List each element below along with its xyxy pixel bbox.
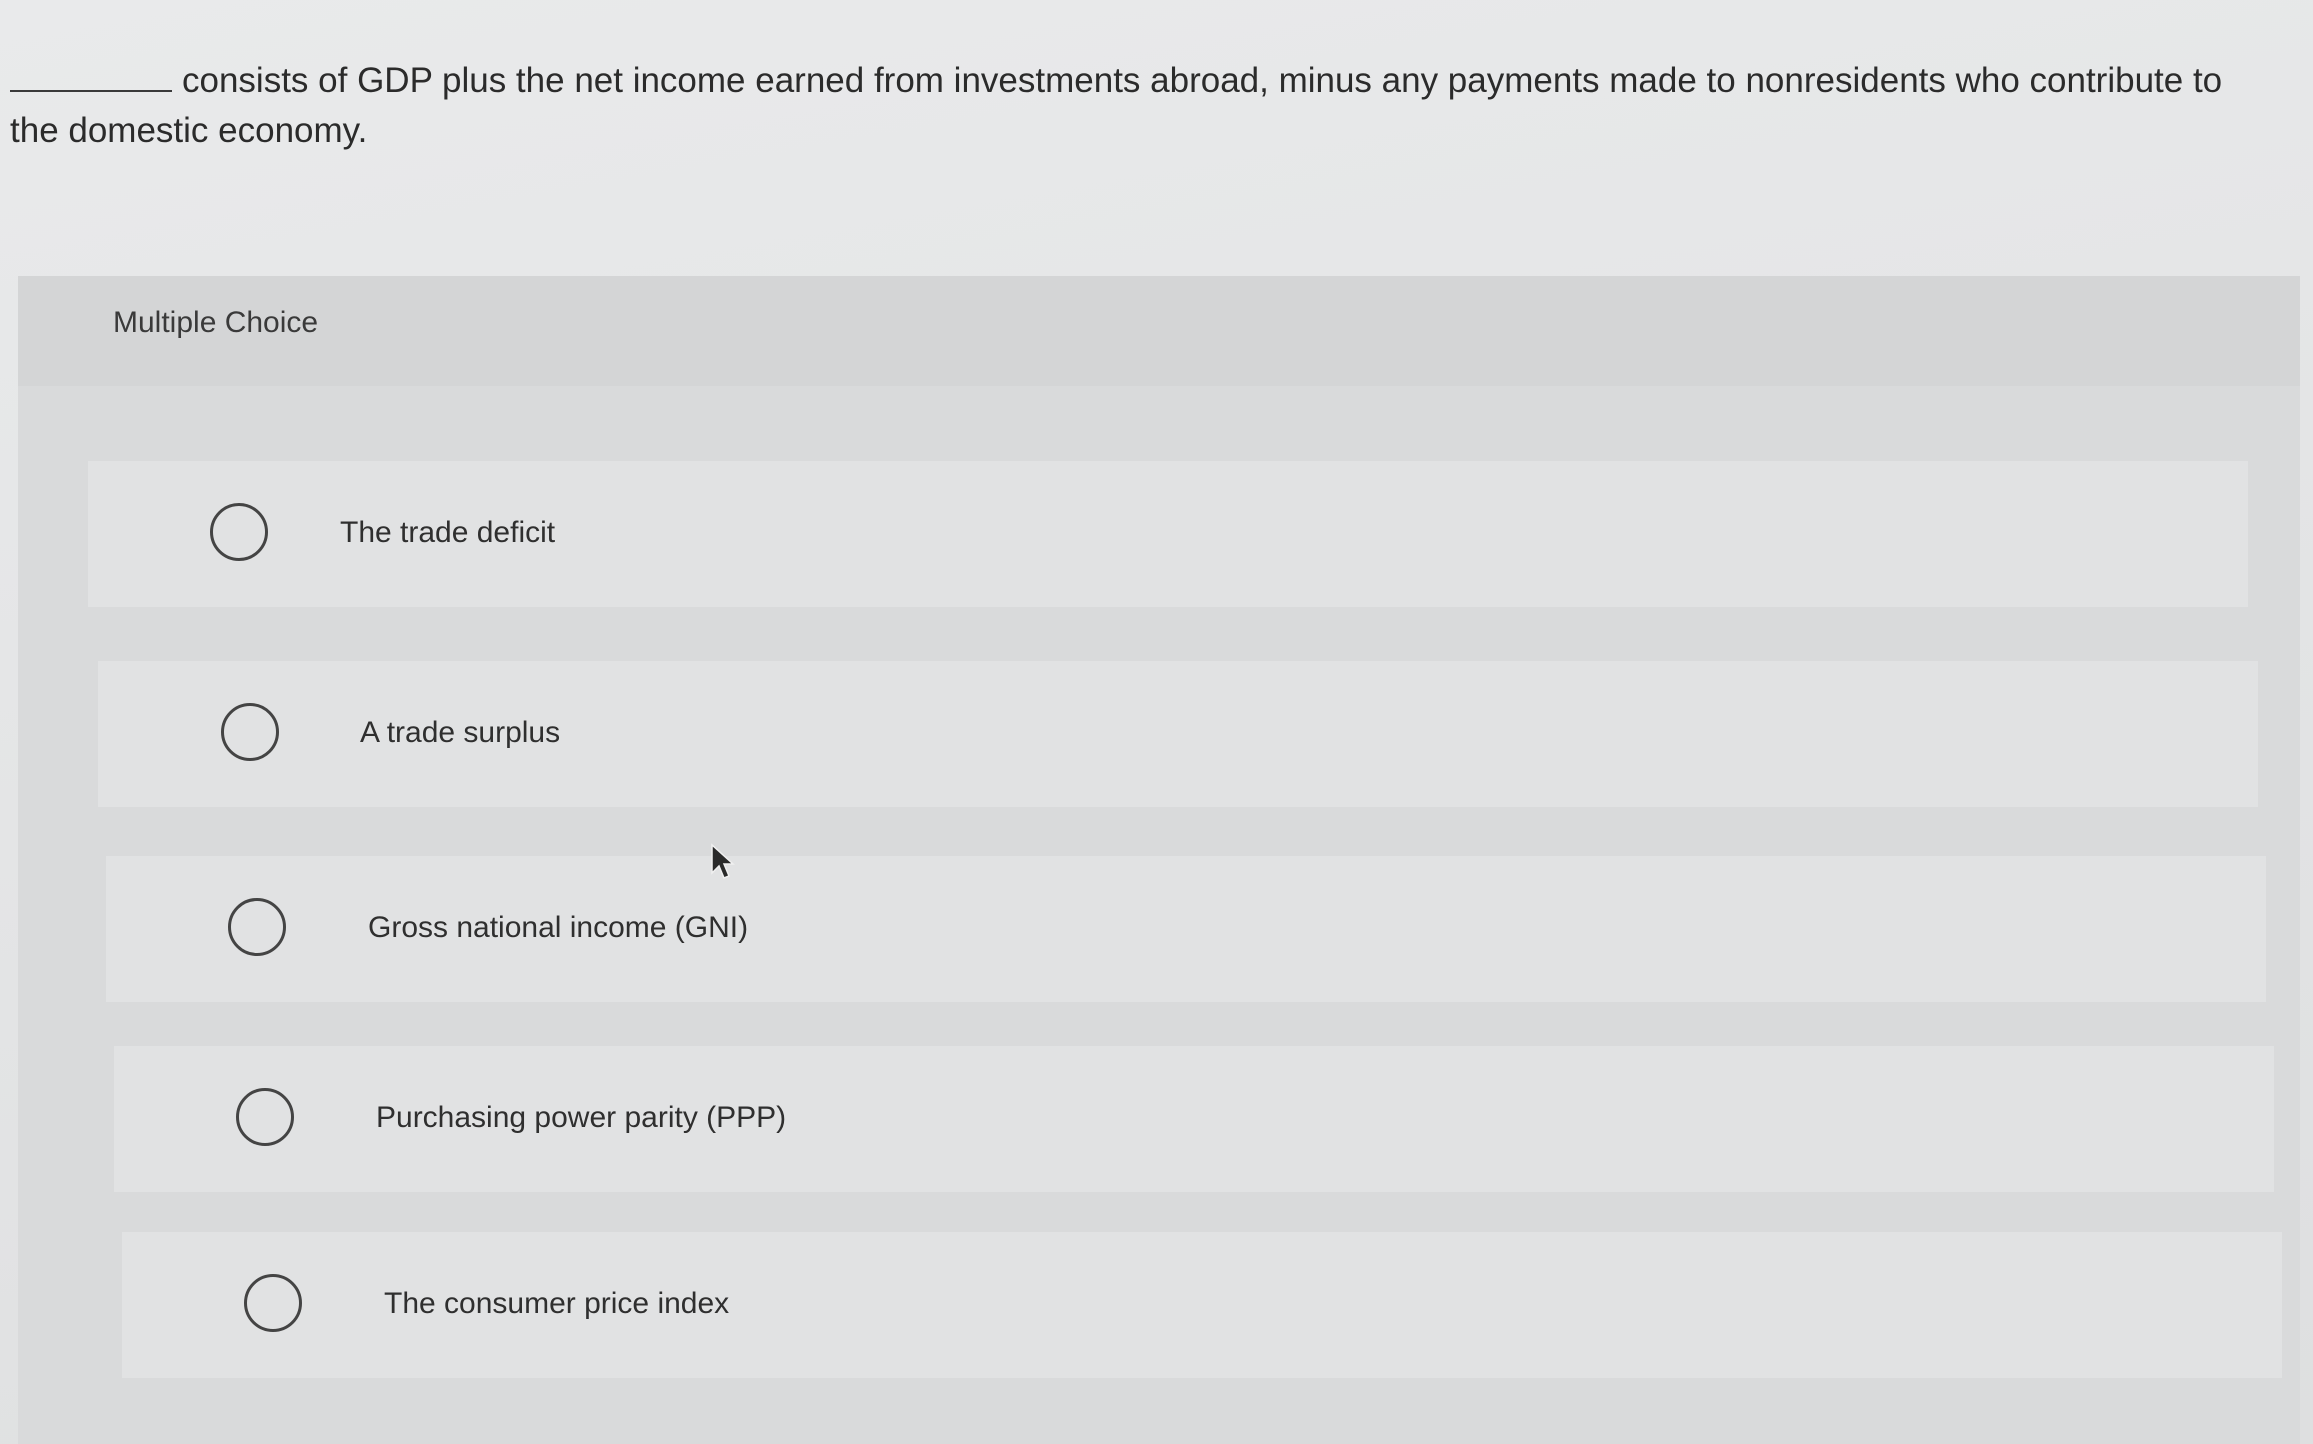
choice-label: Gross national income (GNI) [368, 911, 749, 944]
multiple-choice-panel: Multiple Choice The trade deficit A trad… [18, 276, 2300, 1444]
radio-unselected-icon[interactable] [210, 503, 268, 561]
radio-unselected-icon[interactable] [244, 1274, 302, 1332]
choice-label: A trade surplus [360, 716, 561, 749]
radio-unselected-icon[interactable] [228, 898, 286, 956]
choice-option-3[interactable]: Gross national income (GNI) [106, 856, 2266, 1002]
question-text: consists of GDP plus the net income earn… [10, 61, 2223, 150]
choice-label: The consumer price index [384, 1287, 730, 1320]
choice-option-4[interactable]: Purchasing power parity (PPP) [114, 1046, 2274, 1192]
answer-blank [10, 56, 172, 92]
panel-title: Multiple Choice [113, 306, 319, 339]
question-prompt: consists of GDP plus the net income earn… [10, 56, 2270, 156]
radio-unselected-icon[interactable] [221, 703, 279, 761]
choice-option-1[interactable]: The trade deficit [88, 461, 2248, 607]
choice-label: Purchasing power parity (PPP) [376, 1101, 787, 1134]
choice-label: The trade deficit [340, 516, 556, 549]
radio-unselected-icon[interactable] [236, 1088, 294, 1146]
choice-option-5[interactable]: The consumer price index [122, 1232, 2282, 1378]
mouse-pointer-icon [711, 843, 735, 879]
panel-header: Multiple Choice [18, 276, 2300, 386]
choice-option-2[interactable]: A trade surplus [98, 661, 2258, 807]
